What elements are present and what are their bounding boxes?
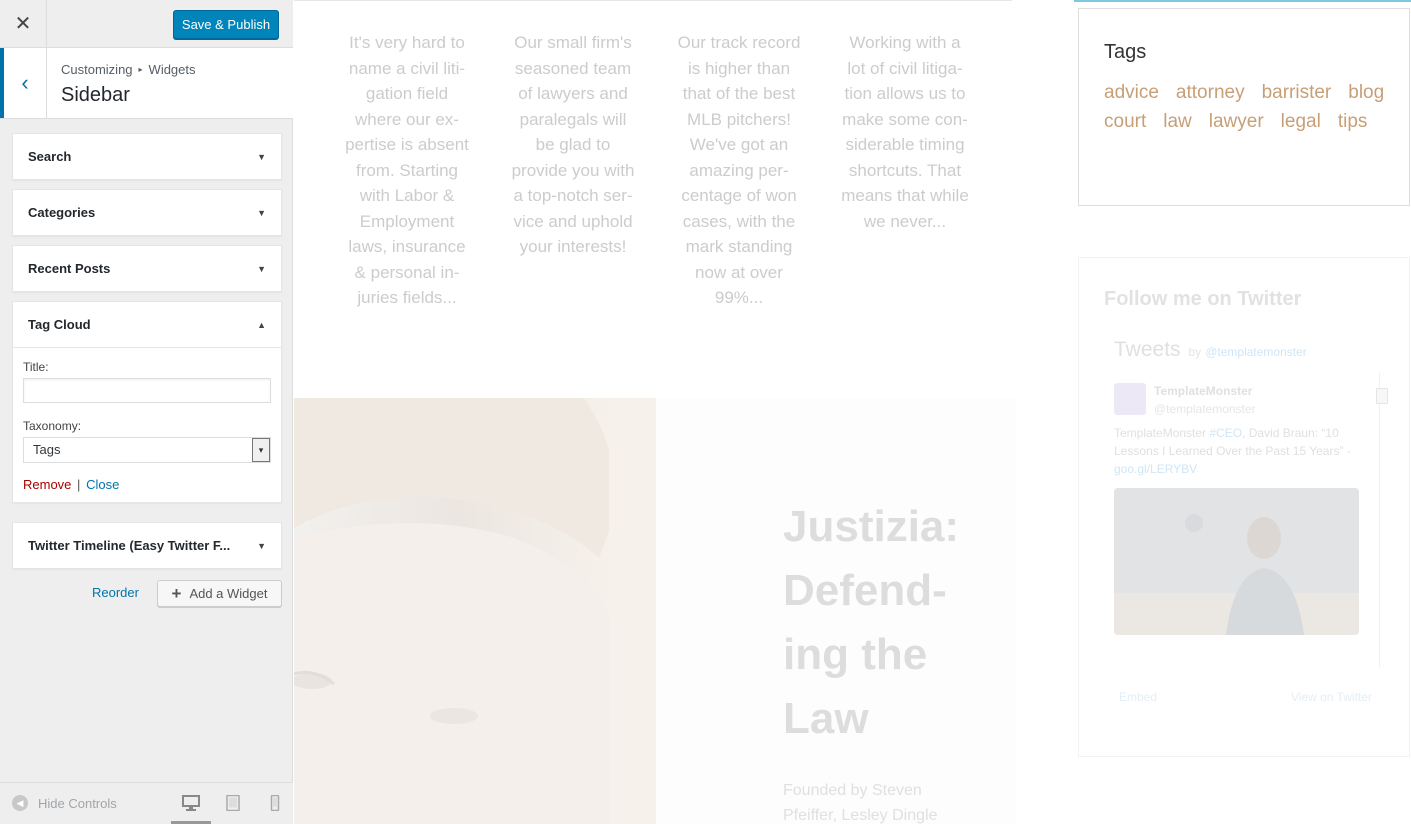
widget-twitter-timeline: Twitter Timeline (Easy Twitter F... ▼ — [12, 522, 282, 569]
widget-search: Search ▼ — [12, 133, 282, 180]
widget-recent-posts-header[interactable]: Recent Posts ▼ — [13, 246, 281, 291]
section-title: Sidebar — [61, 84, 130, 106]
tags-widget-accent-line — [1074, 0, 1411, 2]
customizer-footer: ◀ Hide Controls — [0, 782, 293, 824]
tweets-title: Tweets — [1114, 338, 1181, 361]
save-publish-button[interactable]: Save & Publish — [173, 10, 279, 39]
chevron-down-icon[interactable]: ▼ — [257, 541, 266, 551]
tweet-text: TemplateMonster #CEO, David Braun: “10 L… — [1114, 424, 1359, 478]
tags-widget: Tags advice attorney barrister blog cour… — [1078, 8, 1410, 206]
tag-link[interactable]: blog — [1348, 82, 1384, 104]
tablet-icon[interactable] — [223, 795, 243, 811]
twitter-widget-title: Follow me on Twitter — [1104, 288, 1302, 310]
chevron-down-icon[interactable]: ▼ — [257, 208, 266, 218]
close-widget-link[interactable]: Close — [86, 477, 119, 492]
tweet-image-art — [1114, 488, 1359, 635]
twitter-widget: Follow me on Twitter Tweets by @template… — [1078, 257, 1410, 757]
widget-title: Recent Posts — [28, 261, 111, 276]
widget-tag-cloud-header[interactable]: Tag Cloud ▲ — [13, 302, 281, 347]
breadcrumb-parent: Customizing — [61, 62, 133, 77]
widget-categories-header[interactable]: Categories ▼ — [13, 190, 281, 235]
tag-link[interactable]: lawyer — [1209, 111, 1264, 133]
hide-controls-button[interactable]: ◀ Hide Controls — [12, 795, 117, 811]
customizer-sidebar: ✕ Save & Publish ‹ Customizing ▸ Widgets… — [0, 0, 293, 824]
widget-tag-cloud-form: Title: Taxonomy: Tags ▾ Remove | Close — [13, 347, 281, 502]
tweets-handle-link[interactable]: @templatemonster — [1205, 345, 1307, 359]
tag-link[interactable]: attorney — [1176, 82, 1245, 104]
remove-widget-link[interactable]: Remove — [23, 477, 71, 492]
chevron-down-icon[interactable]: ▼ — [257, 152, 266, 162]
tag-link[interactable]: legal — [1281, 111, 1321, 133]
tweets-by: by — [1188, 345, 1202, 359]
back-button[interactable]: ‹ — [0, 48, 47, 118]
chevron-down-icon[interactable]: ▼ — [257, 264, 266, 274]
breadcrumb-separator-icon: ▸ — [138, 65, 143, 74]
section-header: ‹ Customizing ▸ Widgets Sidebar — [0, 48, 293, 119]
avatar[interactable] — [1114, 383, 1146, 415]
tweet-hashtag-link[interactable]: #CEO — [1209, 426, 1242, 440]
plus-icon: + — [171, 583, 182, 603]
hero-subtitle: Founded by Steven Pfeiffer, Lesley Dingl… — [783, 782, 938, 824]
breadcrumb-child: Widgets — [148, 62, 196, 77]
tweet-text-part: TemplateMonster — [1114, 426, 1210, 440]
tag-link[interactable]: tips — [1338, 111, 1368, 133]
widget-title: Categories — [28, 205, 96, 220]
hide-controls-label: Hide Controls — [38, 795, 117, 811]
dropdown-arrow-icon[interactable]: ▾ — [252, 438, 270, 462]
hero-photo — [294, 398, 656, 824]
widget-categories: Categories ▼ — [12, 189, 282, 236]
chevron-left-icon: ‹ — [21, 70, 29, 95]
site-preview: It's very hard to name a civil liti-gati… — [294, 0, 1411, 824]
embed-link[interactable]: Embed — [1119, 690, 1157, 704]
title-field[interactable] — [23, 378, 271, 403]
taxonomy-selected-value: Tags — [33, 442, 61, 457]
chevron-up-icon[interactable]: ▲ — [257, 320, 266, 330]
widget-search-header[interactable]: Search ▼ — [13, 134, 281, 179]
widget-actions: Remove | Close — [23, 477, 271, 492]
tag-link[interactable]: barrister — [1262, 82, 1332, 104]
tag-link[interactable]: advice — [1104, 82, 1159, 104]
title-field-label: Title: — [23, 360, 49, 374]
tag-link[interactable]: court — [1104, 111, 1146, 133]
tag-link[interactable]: law — [1163, 111, 1192, 133]
add-widget-label: Add a Widget — [189, 586, 268, 601]
widget-twitter-timeline-header[interactable]: Twitter Timeline (Easy Twitter F... ▼ — [13, 523, 281, 568]
widget-title: Search — [28, 149, 72, 164]
desktop-icon[interactable] — [181, 795, 201, 811]
feature-text-1: It's very hard to name a civil liti-gati… — [345, 33, 469, 307]
tweet-scrollbar[interactable] — [1379, 373, 1387, 668]
mobile-icon[interactable] — [265, 795, 285, 811]
widget-title: Twitter Timeline (Easy Twitter F... — [28, 538, 231, 553]
preview-divider — [294, 0, 1012, 1]
breadcrumb: Customizing ▸ Widgets — [61, 62, 196, 77]
close-icon: ✕ — [14, 13, 32, 35]
tweets-header: Tweets by @templatemonster — [1114, 338, 1307, 362]
actions-divider: | — [77, 477, 81, 492]
tweet-scrollbar-thumb[interactable] — [1376, 388, 1388, 404]
tweet-url-link[interactable]: goo.gl/LERYBV — [1114, 462, 1197, 476]
view-on-twitter-link[interactable]: View on Twitter — [1291, 690, 1372, 704]
feature-text-4: Working with a lot of civil litiga-tion … — [841, 33, 969, 231]
taxonomy-select[interactable]: Tags ▾ — [23, 437, 271, 463]
customizer-header: ✕ Save & Publish — [0, 0, 293, 48]
widget-recent-posts: Recent Posts ▼ — [12, 245, 282, 292]
reorder-link[interactable]: Reorder — [92, 585, 139, 600]
tweet-author-handle[interactable]: @templatemonster — [1154, 402, 1256, 416]
taxonomy-field-label: Taxonomy: — [23, 419, 82, 433]
close-customizer-button[interactable]: ✕ — [0, 0, 47, 47]
add-widget-button[interactable]: + Add a Widget — [157, 580, 282, 607]
collapse-arrow-icon: ◀ — [12, 795, 28, 811]
hero-title: Justizia: Defend-ing the Law — [783, 502, 960, 743]
tweet-author-name[interactable]: TemplateMonster — [1154, 384, 1252, 398]
feature-text-2: Our small firm's seasoned team of lawyer… — [511, 33, 635, 256]
feature-text-3: Our track record is higher than that of … — [677, 33, 801, 307]
tags-widget-title: Tags — [1104, 41, 1147, 63]
tag-list: advice attorney barrister blog court law… — [1104, 82, 1394, 133]
widget-title: Tag Cloud — [28, 317, 91, 332]
tweet-image[interactable] — [1114, 488, 1359, 635]
hero-photo-art — [294, 398, 656, 824]
widget-tag-cloud: Tag Cloud ▲ Title: Taxonomy: Tags ▾ Remo… — [12, 301, 282, 503]
